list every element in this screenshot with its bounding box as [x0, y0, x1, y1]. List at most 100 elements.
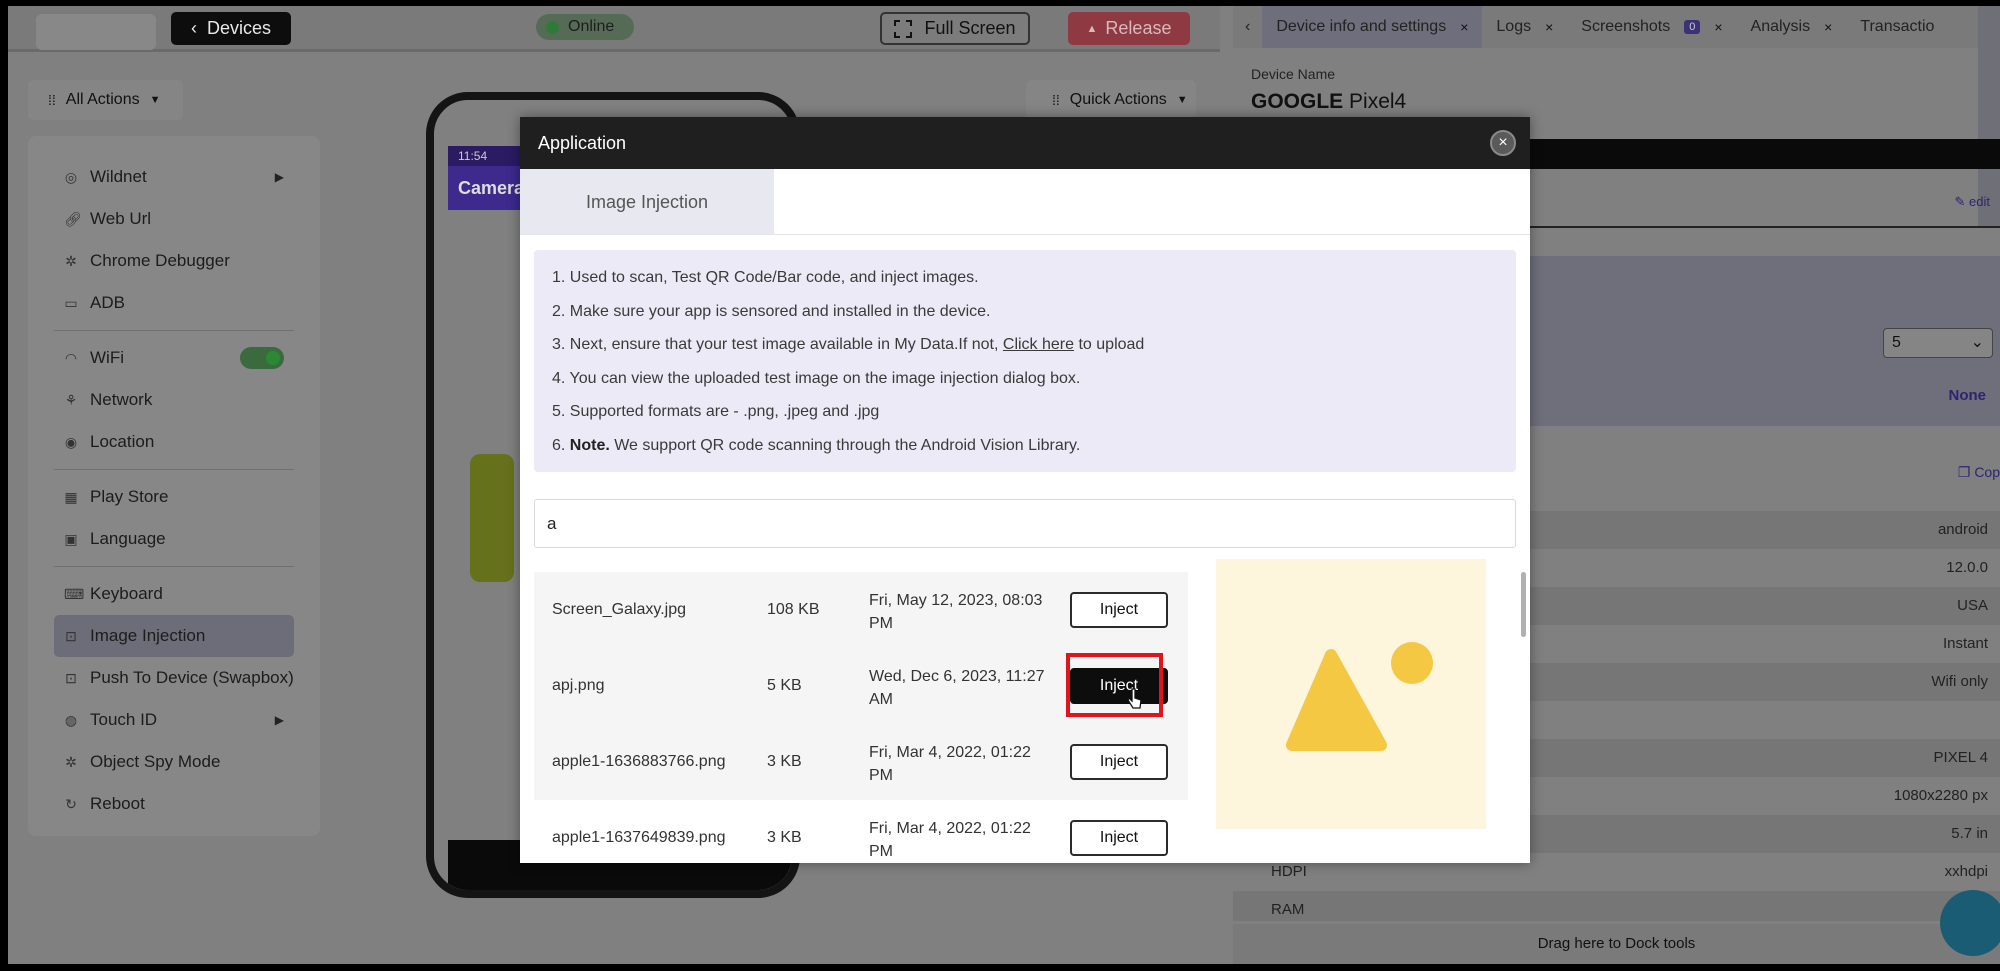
logo-placeholder: [36, 14, 156, 50]
grid-icon: ▦: [64, 488, 78, 505]
quick-actions-dropdown[interactable]: ⁞⁞ Quick Actions ▼: [1026, 80, 1196, 120]
device-name-label: Device Name: [1251, 66, 1336, 82]
menu-item-keyboard[interactable]: ⌨ Keyboard: [54, 573, 294, 615]
caret-right-icon: ▶: [274, 170, 284, 184]
property-value: android: [1937, 521, 1988, 538]
menu-item-label: Location: [90, 432, 155, 451]
full-screen-label: Full Screen: [924, 18, 1016, 38]
close-icon[interactable]: ×: [1490, 130, 1516, 156]
menu-item-image-injection[interactable]: ⊡ Image Injection: [54, 615, 294, 657]
link-icon: 🔗︎: [64, 210, 82, 227]
quick-actions-label: Quick Actions: [1069, 91, 1167, 108]
phone-camera-preview: [470, 454, 514, 582]
modal-header: Application ×: [520, 117, 1530, 169]
property-key: HDPI: [1271, 863, 1307, 880]
menu-item-play-store[interactable]: ▦ Play Store: [54, 476, 294, 518]
menu-item-wifi[interactable]: ◠ WiFi: [54, 337, 294, 379]
fingerprint-icon: ◍: [64, 711, 78, 728]
tab-analysis[interactable]: Analysis ×: [1737, 6, 1847, 48]
menu-item-language[interactable]: ▣ Language: [54, 518, 294, 560]
property-value: USA: [1957, 597, 1988, 614]
chevron-left-icon: ‹: [190, 18, 197, 38]
modal-tab-bar: Image Injection: [520, 169, 1530, 235]
menu-item-label: Wildnet: [90, 167, 147, 186]
tab-transactions[interactable]: Transactio: [1846, 6, 1948, 48]
expand-icon: [894, 19, 913, 38]
inject-button[interactable]: Inject: [1070, 820, 1168, 856]
property-value: xxhdpi: [1944, 863, 1988, 880]
file-size: 5 KB: [767, 677, 802, 694]
menu-item-object-spy[interactable]: ✲ Object Spy Mode: [54, 741, 294, 783]
actions-menu: ◎ Wildnet ▶ 🔗︎ Web Url ✲ Chrome Debugger ▭ AD…: [28, 136, 320, 836]
dock-tools-area[interactable]: Drag here to Dock tools: [1233, 924, 2000, 964]
bug-icon: ✲: [65, 252, 77, 269]
instruction-line: 6. Note. We support QR code scanning thr…: [552, 434, 1498, 468]
menu-item-push-to-device[interactable]: ⊡ Push To Device (Swapbox): [54, 657, 294, 699]
devices-button[interactable]: ‹ Devices: [171, 12, 291, 45]
click-here-link[interactable]: Click here: [1003, 336, 1074, 353]
menu-item-location[interactable]: ◉ Location: [54, 421, 294, 463]
instruction-text: 6.: [552, 436, 570, 454]
menu-item-web-url[interactable]: 🔗︎ Web Url: [54, 198, 294, 240]
menu-item-wildnet[interactable]: ◎ Wildnet ▶: [54, 156, 294, 198]
setting-none-value: None: [1948, 387, 1987, 404]
menu-item-label: Push To Device (Swapbox): [90, 668, 294, 687]
property-value: 1080x2280 px: [1893, 787, 1988, 804]
menu-item-adb[interactable]: ▭ ADB: [54, 282, 294, 324]
reboot-icon: ↻: [65, 795, 77, 812]
menu-item-label: WiFi: [90, 348, 124, 367]
instruction-line: 4. You can view the uploaded test image …: [552, 369, 1081, 387]
property-row: RAM: [1233, 891, 2000, 921]
menu-item-label: Touch ID: [90, 710, 158, 729]
release-icon: ▲: [1086, 22, 1098, 35]
instruction-line: 3. Next, ensure that your test image ava…: [552, 333, 1498, 367]
wifi-toggle[interactable]: [240, 347, 284, 369]
release-button[interactable]: ▲ Release: [1068, 12, 1190, 45]
tab-screenshots[interactable]: Screenshots 0 ×: [1567, 6, 1736, 48]
grid-dots-icon: ⁞⁞: [1052, 92, 1060, 108]
push-icon: ⊡: [65, 669, 77, 686]
menu-item-label: Reboot: [90, 794, 145, 813]
file-date: Wed, Dec 6, 2023, 11:27 AM: [869, 668, 1045, 708]
full-screen-button[interactable]: Full Screen: [880, 12, 1030, 45]
menu-item-chrome-debugger[interactable]: ✲ Chrome Debugger: [54, 240, 294, 282]
tab-device-info[interactable]: Device info and settings ×: [1262, 6, 1483, 48]
tab-label: Analysis: [1750, 18, 1811, 35]
menu-item-touch-id[interactable]: ◍ Touch ID ▶: [54, 699, 294, 741]
setting-select[interactable]: 5 ⌄: [1883, 328, 1993, 358]
caret-down-icon: ▼: [1176, 94, 1188, 106]
tab-image-injection[interactable]: Image Injection: [520, 169, 774, 235]
close-icon[interactable]: ×: [1824, 19, 1832, 35]
application-modal: Application × Image Injection 1. Used to…: [520, 117, 1530, 863]
menu-divider: [54, 469, 294, 470]
instruction-line: 2. Make sure your app is sensored and in…: [552, 302, 991, 320]
search-input[interactable]: [534, 499, 1516, 548]
phone-time: 11:54: [458, 149, 488, 163]
inject-button[interactable]: Inject: [1070, 744, 1168, 780]
list-scrollbar[interactable]: [1521, 572, 1526, 637]
chat-support-icon[interactable]: [1940, 890, 2000, 956]
file-row: Screen_Galaxy.jpg 108 KB Fri, May 12, 20…: [534, 572, 1188, 648]
close-icon[interactable]: ×: [1545, 19, 1553, 35]
instruction-line: 1. Used to scan, Test QR Code/Bar code, …: [552, 269, 979, 286]
menu-item-label: ADB: [90, 293, 125, 312]
menu-item-network[interactable]: ⚘ Network: [54, 379, 294, 421]
all-actions-dropdown[interactable]: ⁞⁞ All Actions ▼: [28, 80, 183, 120]
tab-scroll-left[interactable]: ‹: [1233, 6, 1262, 48]
edit-link[interactable]: ✎ edit: [1955, 194, 1991, 210]
menu-item-reboot[interactable]: ↻ Reboot: [54, 783, 294, 825]
copy-link[interactable]: ❐ Cop: [1958, 464, 2000, 481]
instruction-text: We support QR code scanning through the …: [609, 436, 1081, 454]
close-icon[interactable]: ×: [1460, 19, 1468, 35]
menu-item-label: Network: [90, 390, 153, 409]
location-pin-icon: ◉: [64, 433, 78, 450]
file-size: 3 KB: [767, 829, 802, 846]
close-icon[interactable]: ×: [1714, 19, 1722, 35]
phone-app-bar: Camera: [448, 166, 528, 210]
tab-logs[interactable]: Logs ×: [1482, 6, 1567, 48]
menu-divider: [54, 330, 294, 331]
pointer-cursor-icon: [1127, 688, 1142, 709]
inject-button[interactable]: Inject: [1070, 592, 1168, 628]
modal-title: Application: [538, 132, 627, 153]
copy-icon: ❐: [1957, 464, 1971, 480]
